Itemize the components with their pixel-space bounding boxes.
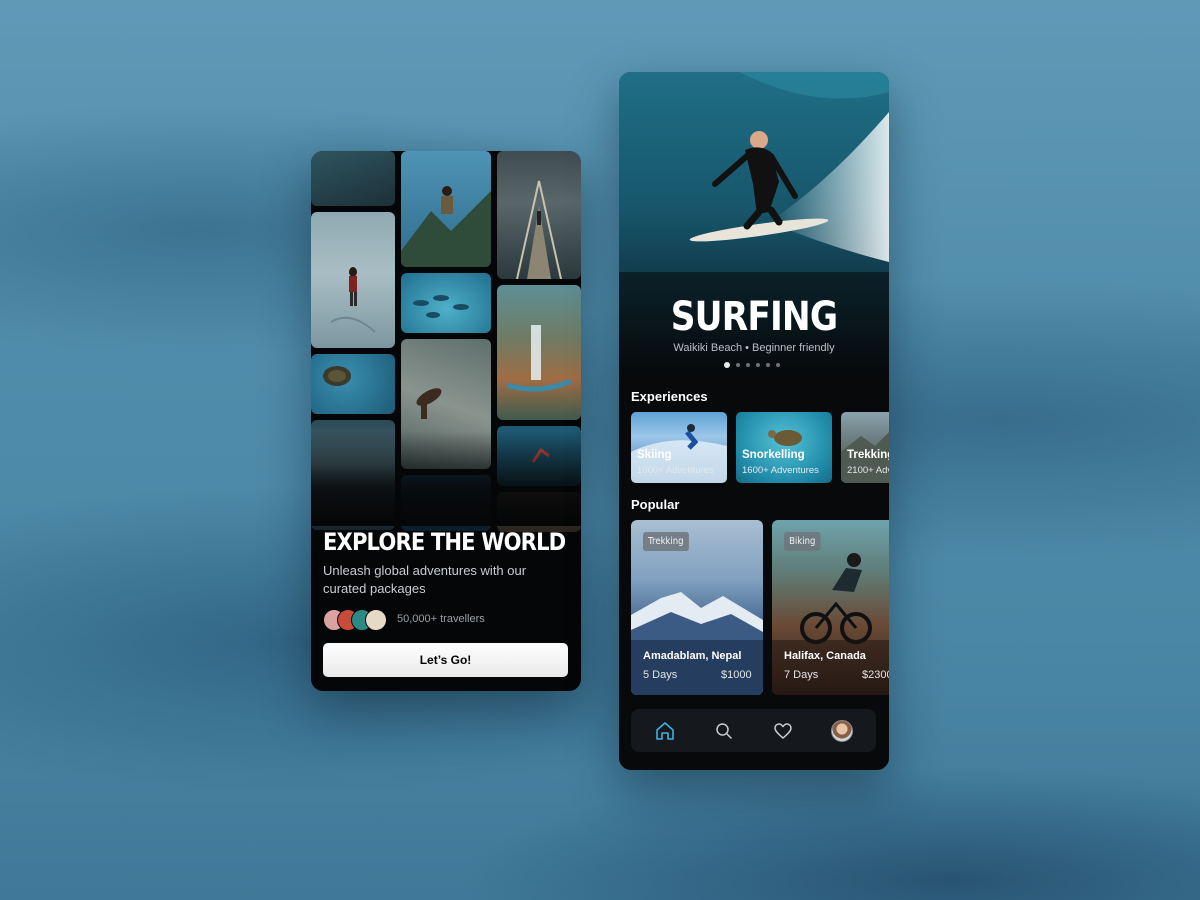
popular-heading: Popular: [631, 497, 680, 512]
lets-go-button[interactable]: Let’s Go!: [323, 643, 568, 677]
experience-card-skiing[interactable]: Skiing 1000+ Adventures: [631, 412, 727, 483]
profile-avatar: [831, 719, 853, 742]
collage-photo: [497, 285, 581, 420]
carousel-dot[interactable]: [736, 363, 740, 367]
destination-name: Halifax, Canada: [784, 650, 866, 662]
turtle-illustration: [323, 366, 351, 386]
experience-count: 1600+ Adventures: [742, 465, 819, 476]
onboarding-screen: EXPLORE THE WORLD Unleash global adventu…: [311, 151, 581, 691]
experience-count: 1000+ Adventures: [637, 465, 714, 476]
trip-price: $1000: [721, 669, 752, 681]
hero-title: SURFING: [670, 294, 838, 340]
hero-subtitle: Waikiki Beach • Beginner friendly: [673, 342, 835, 354]
climber-illustration: [401, 186, 491, 267]
travellers-count: 50,000+ travellers: [397, 613, 485, 625]
fish-school-illustration: [413, 295, 469, 318]
trip-duration: 7 Days: [784, 669, 819, 681]
collage-photo: [311, 212, 395, 348]
experience-card-trekking[interactable]: Trekking 2100+ Adventures: [841, 412, 889, 483]
experience-name: Trekking: [847, 449, 889, 461]
hiker-illustration: [330, 267, 376, 333]
experiences-heading: Experiences: [631, 389, 708, 404]
home-screen: SURFING Waikiki Beach • Beginner friendl…: [619, 72, 889, 770]
experience-name: Skiing: [637, 449, 672, 461]
trip-price: $2300: [862, 669, 889, 681]
category-tag: Trekking: [643, 532, 689, 551]
nav-favorites[interactable]: [763, 709, 803, 752]
traveller-avatars: [323, 609, 393, 631]
category-tag: Biking: [784, 532, 821, 551]
bridge-illustration: [516, 180, 562, 279]
collage-photo: [311, 354, 395, 414]
hero-banner[interactable]: SURFING Waikiki Beach • Beginner friendl…: [619, 72, 889, 377]
avatar: [365, 609, 387, 631]
nav-profile[interactable]: [822, 709, 862, 752]
carousel-dot[interactable]: [776, 363, 780, 367]
carousel-dot[interactable]: [766, 363, 770, 367]
experience-card-snorkelling[interactable]: Snorkelling 1600+ Adventures: [736, 412, 832, 483]
trip-duration: 5 Days: [643, 669, 678, 681]
nav-search[interactable]: [704, 709, 744, 752]
waterfall-illustration: [506, 325, 573, 392]
collage-photo: [311, 151, 395, 206]
popular-card-nepal[interactable]: Trekking Amadablam, Nepal 5 Days $1000: [631, 520, 763, 695]
collage-photo: [401, 151, 491, 267]
carousel-dot[interactable]: [756, 363, 760, 367]
nav-home[interactable]: [645, 709, 685, 752]
onboarding-subtitle: Unleash global adventures with our curat…: [323, 563, 527, 596]
experience-name: Snorkelling: [742, 449, 805, 461]
bottom-nav: [631, 709, 876, 752]
collage-fade-overlay: [311, 431, 581, 526]
carousel-dot[interactable]: [724, 362, 730, 368]
carousel-dots: [724, 362, 794, 369]
destination-name: Amadablam, Nepal: [643, 650, 742, 662]
collage-photo: [497, 151, 581, 279]
popular-card-canada[interactable]: Biking Halifax, Canada 7 Days $2300: [772, 520, 889, 695]
heart-icon: [774, 722, 792, 739]
carousel-dot[interactable]: [746, 363, 750, 367]
search-icon: [716, 722, 732, 739]
home-icon: [656, 721, 674, 740]
collage-photo: [401, 273, 491, 333]
onboarding-title: EXPLORE THE WORLD: [323, 528, 566, 556]
experience-count: 2100+ Adventures: [847, 465, 889, 476]
